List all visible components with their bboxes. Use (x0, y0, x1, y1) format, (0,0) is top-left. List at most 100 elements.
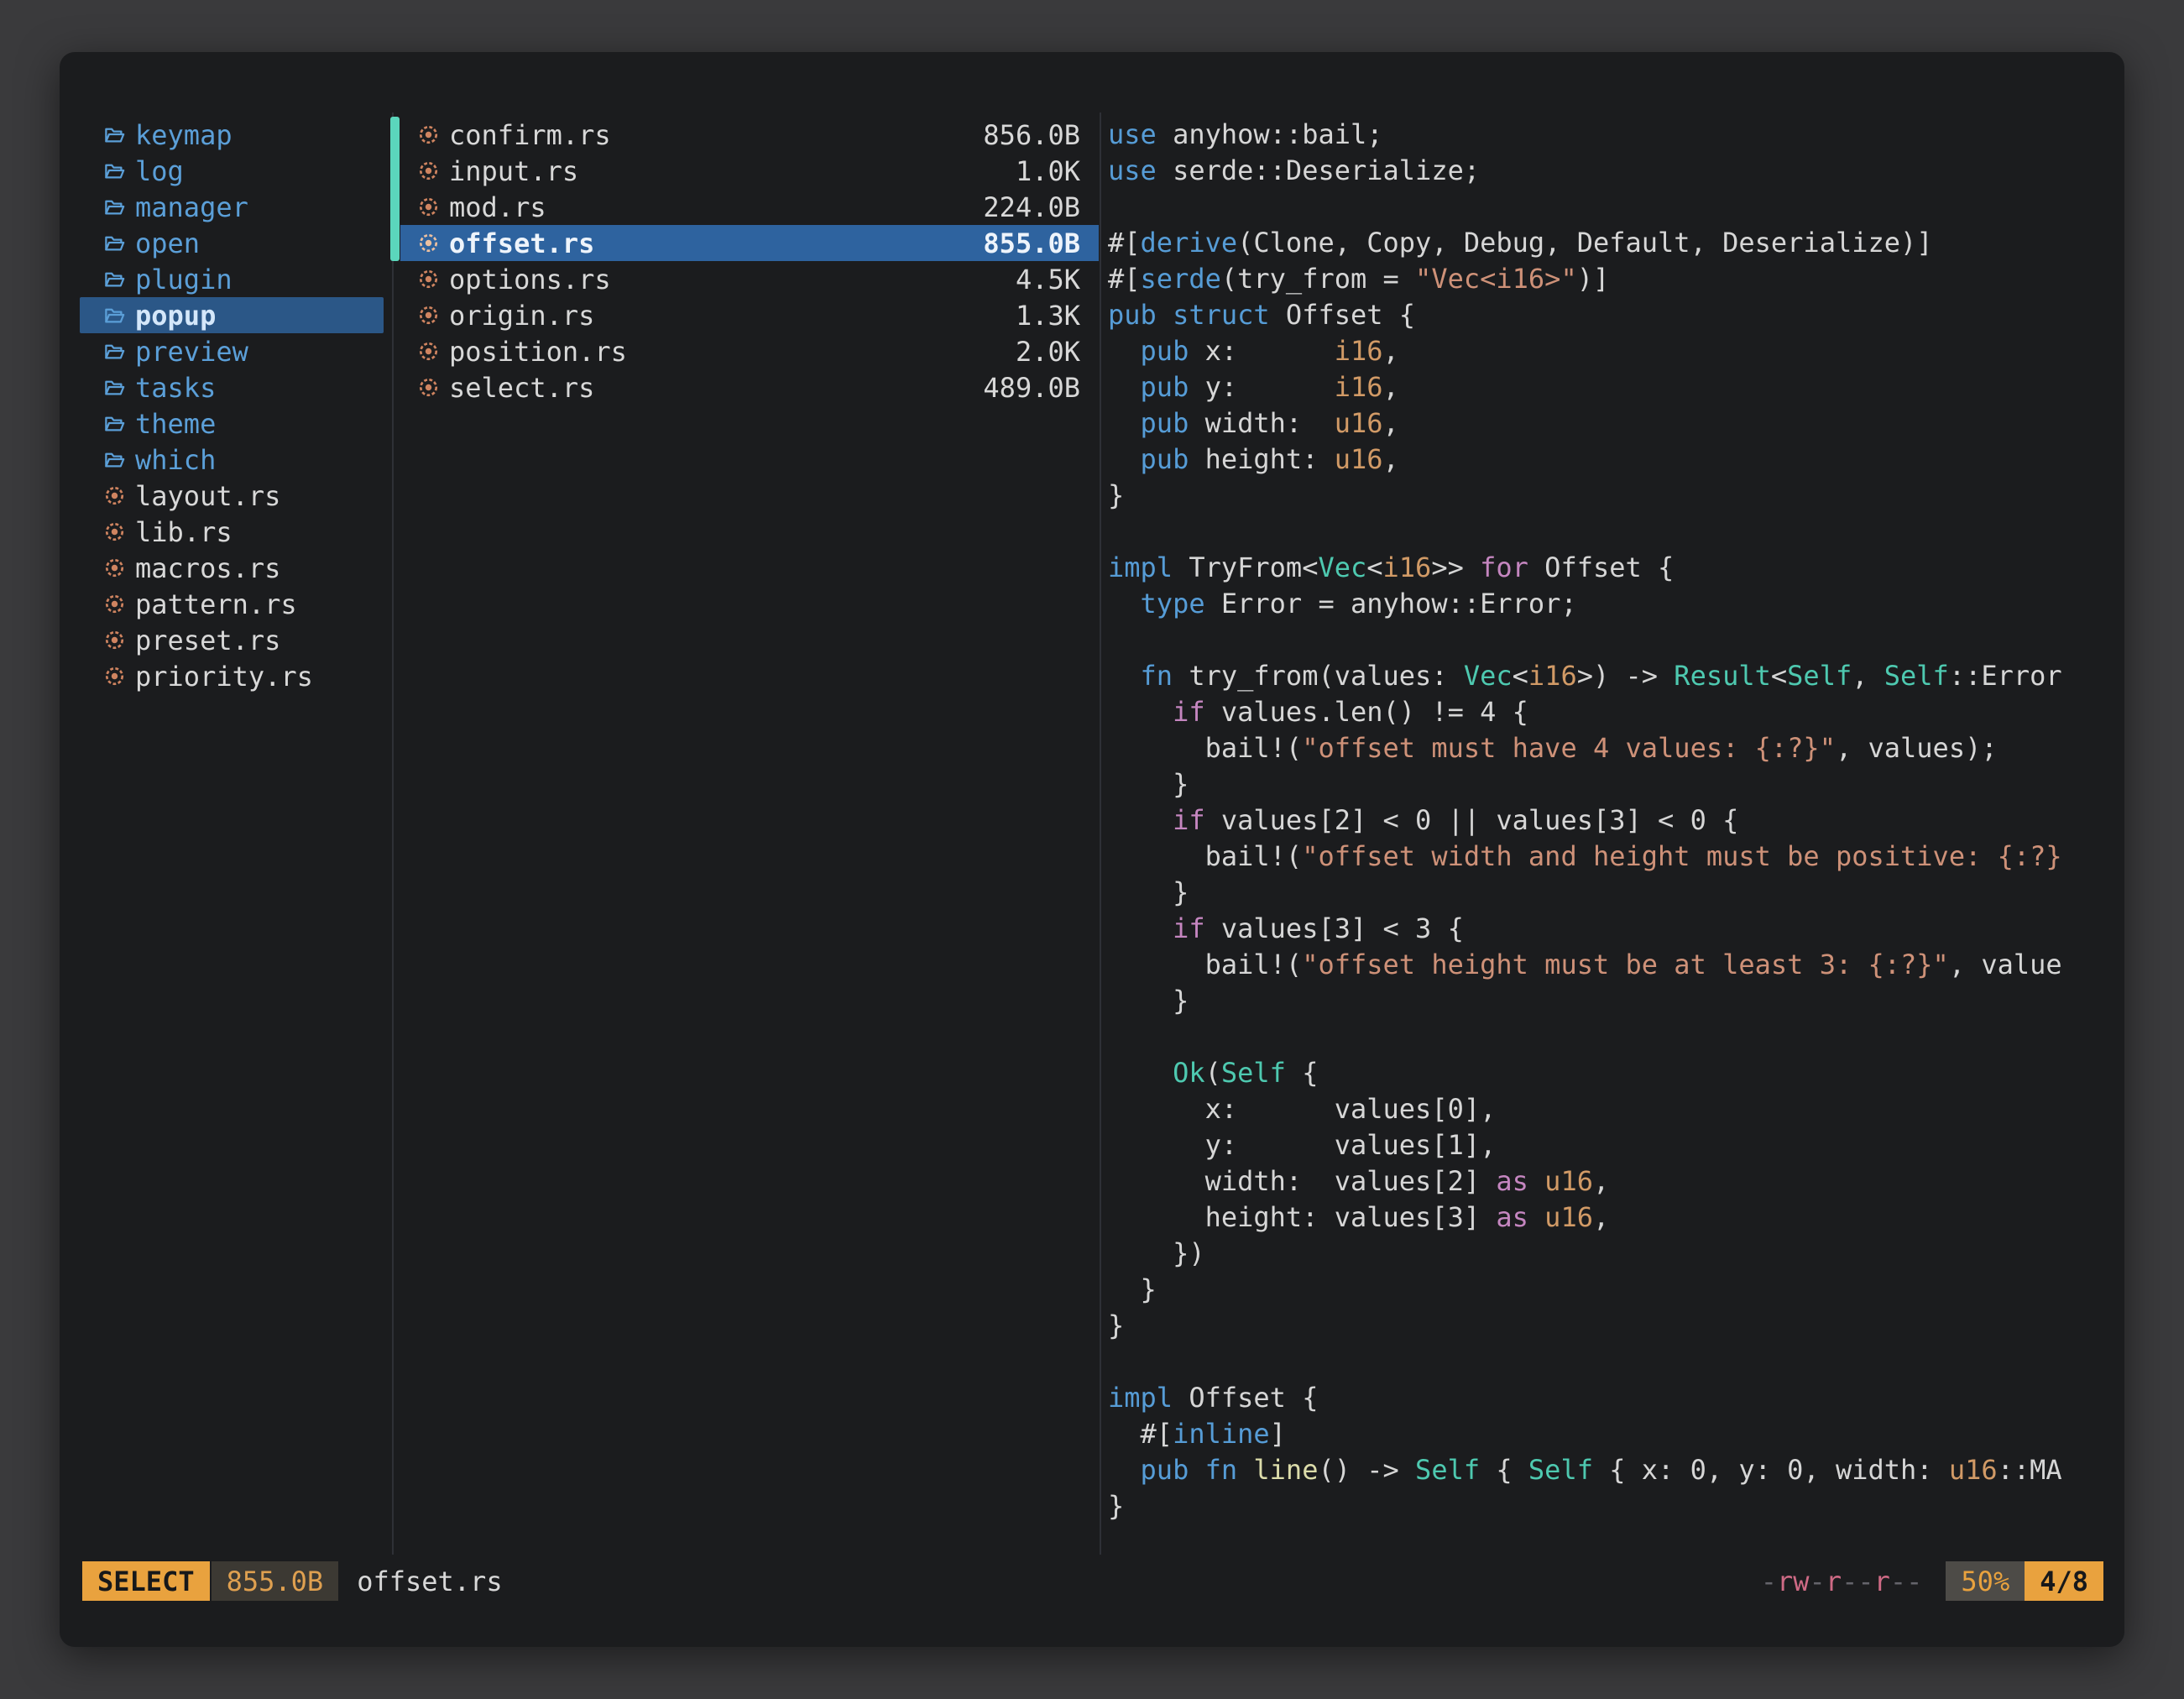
code-line: impl TryFrom<Vec<i16>> for Offset { (1108, 550, 2119, 586)
sidebar-item-manager[interactable]: manager (80, 189, 384, 225)
code-line: bail!("offset height must be at least 3:… (1108, 947, 2119, 983)
file-size: 489.0B (983, 372, 1080, 404)
sidebar-item-label: keymap (135, 119, 233, 151)
folder-open-icon (103, 232, 126, 254)
rust-file-icon (103, 665, 126, 687)
code-line: type Error = anyhow::Error; (1108, 586, 2119, 622)
sidebar-item-which[interactable]: which (80, 442, 384, 478)
code-line: y: values[1], (1108, 1127, 2119, 1163)
file-name: position.rs (449, 336, 627, 368)
rust-file-icon (417, 196, 440, 218)
status-bar-right: -rw-r--r-- 50% 4/8 (1761, 1561, 2103, 1601)
code-line: } (1108, 983, 2119, 1019)
folder-open-icon (103, 448, 126, 471)
code-line: use anyhow::bail; (1108, 117, 2119, 153)
sidebar-item-layout-rs[interactable]: layout.rs (80, 478, 384, 514)
sidebar-item-macros-rs[interactable]: macros.rs (80, 550, 384, 586)
code-line: }) (1108, 1236, 2119, 1272)
code-line: #[derive(Clone, Copy, Debug, Default, De… (1108, 225, 2119, 261)
code-line: Ok(Self { (1108, 1055, 2119, 1091)
file-row-options-rs[interactable]: options.rs 4.5K (400, 261, 1099, 297)
code-line: pub height: u16, (1108, 442, 2119, 478)
sidebar-item-label: log (135, 155, 184, 187)
rust-file-icon (417, 340, 440, 363)
sidebar-item-label: tasks (135, 372, 216, 404)
preview-pane: use anyhow::bail;use serde::Deserialize;… (1108, 117, 2119, 1546)
file-name: mod.rs (449, 191, 546, 223)
sidebar-item-keymap[interactable]: keymap (80, 117, 384, 153)
code-line (1108, 1019, 2119, 1055)
file-name: confirm.rs (449, 119, 611, 151)
file-name: select.rs (449, 372, 594, 404)
cursor-position-badge: 4/8 (2025, 1561, 2103, 1601)
code-line: } (1108, 1272, 2119, 1308)
code-line: bail!("offset width and height must be p… (1108, 839, 2119, 875)
file-name: origin.rs (449, 300, 594, 332)
code-line (1108, 514, 2119, 550)
folder-open-icon (103, 376, 126, 399)
sidebar-item-label: plugin (135, 264, 233, 295)
file-row-select-rs[interactable]: select.rs 489.0B (400, 369, 1099, 405)
file-row-origin-rs[interactable]: origin.rs 1.3K (400, 297, 1099, 333)
code-line: x: values[0], (1108, 1091, 2119, 1127)
code-line: } (1108, 875, 2119, 911)
sidebar-item-label: open (135, 227, 200, 259)
rust-file-icon (103, 557, 126, 579)
code-line (1108, 622, 2119, 658)
sidebar-item-label: preset.rs (135, 625, 280, 656)
sidebar-item-label: priority.rs (135, 661, 313, 693)
code-line: height: values[3] as u16, (1108, 1200, 2119, 1236)
code-line: pub y: i16, (1108, 369, 2119, 405)
sidebar-item-theme[interactable]: theme (80, 405, 384, 442)
code-line: pub struct Offset { (1108, 297, 2119, 333)
file-size: 4.5K (1016, 264, 1080, 295)
file-row-confirm-rs[interactable]: confirm.rs856.0B (400, 117, 1099, 153)
file-list-scrollbar[interactable] (390, 117, 400, 261)
sidebar-item-label: macros.rs (135, 552, 280, 584)
file-name: options.rs (449, 264, 611, 295)
file-row-position-rs[interactable]: position.rs 2.0K (400, 333, 1099, 369)
sidebar-item-plugin[interactable]: plugin (80, 261, 384, 297)
folder-open-icon (103, 268, 126, 290)
sidebar-item-priority-rs[interactable]: priority.rs (80, 658, 384, 694)
rust-file-icon (417, 123, 440, 146)
file-size: 1.0K (1016, 155, 1080, 187)
sidebar-item-pattern-rs[interactable]: pattern.rs (80, 586, 384, 622)
file-row-input-rs[interactable]: input.rs1.0K (400, 153, 1099, 189)
sidebar-item-log[interactable]: log (80, 153, 384, 189)
code-line: width: values[2] as u16, (1108, 1163, 2119, 1200)
code-line: if values[2] < 0 || values[3] < 0 { (1108, 802, 2119, 839)
code-line: pub fn line() -> Self { Self { x: 0, y: … (1108, 1452, 2119, 1488)
status-filename: offset.rs (357, 1566, 502, 1597)
sidebar-item-popup[interactable]: popup (80, 297, 384, 333)
mode-badge: SELECT (82, 1561, 210, 1601)
code-line: pub width: u16, (1108, 405, 2119, 442)
status-bar: SELECT 855.0B offset.rs -rw-r--r-- 50% 4… (82, 1561, 2103, 1601)
folder-open-icon (103, 340, 126, 363)
file-row-offset-rs[interactable]: offset.rs855.0B (400, 225, 1099, 261)
code-line (1108, 189, 2119, 225)
sidebar-item-label: layout.rs (135, 480, 280, 512)
sidebar-item-open[interactable]: open (80, 225, 384, 261)
rust-file-icon (103, 629, 126, 651)
sidebar-item-lib-rs[interactable]: lib.rs (80, 514, 384, 550)
code-line: impl Offset { (1108, 1380, 2119, 1416)
sidebar-item-preview[interactable]: preview (80, 333, 384, 369)
code-line (1108, 1344, 2119, 1380)
code-line: #[serde(try_from = "Vec<i16>")] (1108, 261, 2119, 297)
sidebar-item-tasks[interactable]: tasks (80, 369, 384, 405)
terminal-window: keymap logmanageropen pluginpopuppreviewta… (60, 52, 2124, 1647)
rust-file-icon (417, 232, 440, 254)
folder-open-icon (103, 304, 126, 327)
rust-file-icon (103, 593, 126, 615)
sidebar-item-preset-rs[interactable]: preset.rs (80, 622, 384, 658)
rust-file-icon (103, 520, 126, 543)
pane-divider-left (392, 112, 394, 1555)
file-size: 2.0K (1016, 336, 1080, 368)
rust-file-icon (103, 484, 126, 507)
code-line: if values[3] < 3 { (1108, 911, 2119, 947)
file-row-mod-rs[interactable]: mod.rs224.0B (400, 189, 1099, 225)
scroll-percent-badge: 50% (1946, 1561, 2025, 1601)
file-size: 1.3K (1016, 300, 1080, 332)
file-size-badge: 855.0B (212, 1561, 339, 1601)
